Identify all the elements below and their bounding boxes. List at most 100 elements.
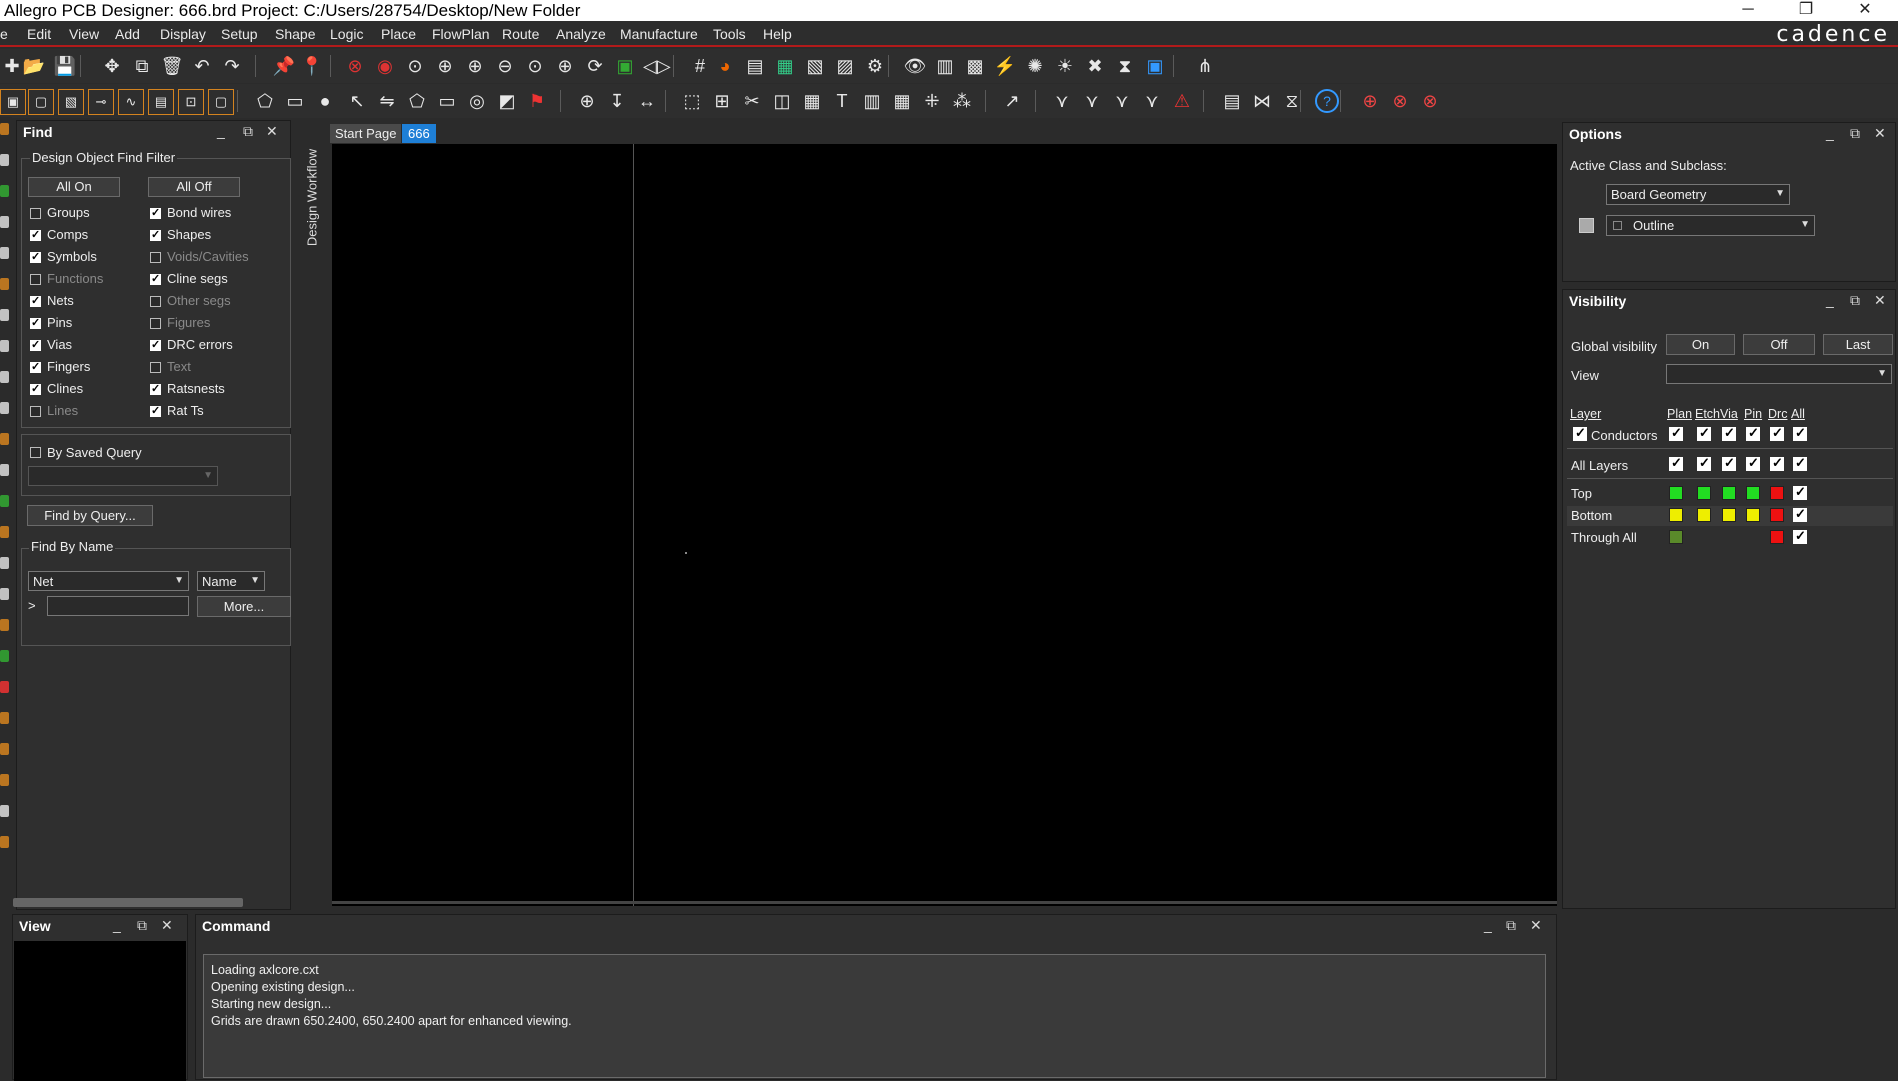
left-tool-icon[interactable]	[0, 743, 9, 755]
subclass-color-swatch[interactable]	[1579, 218, 1594, 233]
filter-checkbox[interactable]	[150, 318, 161, 329]
zoom-in-icon[interactable]: ⊕	[463, 54, 487, 78]
props-icon[interactable]: ▥	[933, 54, 957, 78]
pcb-icon[interactable]: ▣	[1143, 54, 1167, 78]
left-tool-icon[interactable]	[0, 185, 9, 197]
layers-icon[interactable]: ▦	[773, 54, 797, 78]
panel-minimize-icon[interactable]: _	[1826, 125, 1834, 141]
conductors-row-checkbox[interactable]	[1573, 425, 1587, 441]
zoom-center-icon[interactable]: ⊕	[553, 54, 577, 78]
redo-icon[interactable]: ↷	[220, 54, 244, 78]
left-tool-icon[interactable]	[0, 619, 9, 631]
filter-checkbox[interactable]	[30, 360, 41, 373]
layer-color-swatch[interactable]	[1669, 508, 1683, 522]
visibility-last-button[interactable]: Last	[1823, 334, 1893, 355]
add-net-icon[interactable]: ⊕	[1358, 89, 1382, 113]
pick-icon[interactable]: ▧	[58, 89, 84, 115]
comp-icon[interactable]: ▢	[28, 89, 54, 115]
conductors-checkbox[interactable]	[1793, 425, 1807, 441]
drc-icon[interactable]: ⊗	[343, 54, 367, 78]
vis-column-header[interactable]: Etch	[1695, 407, 1720, 421]
class-dropdown[interactable]: Board Geometry ▼	[1606, 184, 1790, 205]
chip-icon[interactable]: ▦	[890, 89, 914, 113]
filter-checkbox[interactable]	[150, 382, 161, 395]
vis-column-header[interactable]: Via	[1720, 407, 1738, 421]
conductors-checkbox[interactable]	[1722, 425, 1736, 441]
zoom-fit-icon[interactable]: ⊙	[403, 54, 427, 78]
line-icon[interactable]: ⊸	[88, 89, 114, 115]
layer-color-swatch[interactable]	[1669, 530, 1683, 544]
tab-666[interactable]: 666	[402, 124, 436, 143]
panel-close-icon[interactable]: ✕	[161, 917, 173, 934]
all-off-button[interactable]: All Off	[148, 177, 240, 197]
net3-icon[interactable]: ⊗	[1418, 89, 1442, 113]
cross-icon[interactable]: ✖	[1083, 54, 1107, 78]
search-icon[interactable]: ⊕	[575, 89, 599, 113]
filter-checkbox[interactable]	[30, 294, 41, 307]
menu-add[interactable]: Add	[115, 26, 140, 42]
layer-color-swatch[interactable]	[1770, 508, 1784, 522]
menu-setup[interactable]: Setup	[221, 26, 258, 42]
panel-minimize-icon[interactable]: _	[1484, 917, 1492, 933]
panel-float-icon[interactable]: ⧉	[1850, 125, 1860, 142]
menu-view[interactable]: View	[69, 26, 99, 42]
panel-close-icon[interactable]: ✕	[1874, 292, 1886, 309]
zoom-points-icon[interactable]: ⊕	[433, 54, 457, 78]
layer-color-swatch[interactable]	[1722, 486, 1736, 500]
panel-float-icon[interactable]: ⧉	[137, 917, 147, 934]
menu-route[interactable]: Route	[502, 26, 539, 42]
more-button[interactable]: More...	[197, 596, 291, 617]
view-dropdown[interactable]: ▼	[1666, 364, 1892, 384]
left-tool-icon[interactable]	[0, 247, 9, 259]
light-icon[interactable]: ✺	[1023, 54, 1047, 78]
menu-file[interactable]: e	[0, 26, 8, 42]
command-output[interactable]: Loading axlcore.cxt Opening existing des…	[203, 954, 1546, 1078]
all-layers-checkbox[interactable]	[1697, 455, 1711, 471]
connect-icon[interactable]: ↗	[1000, 89, 1024, 113]
measure-icon[interactable]: ↔	[635, 89, 659, 113]
menu-place[interactable]: Place	[381, 26, 416, 42]
bowtie-icon[interactable]: ⋈	[1250, 89, 1274, 113]
canvas-scrollbar[interactable]	[332, 901, 1557, 904]
route-icon[interactable]: ⚡	[993, 54, 1017, 78]
filter-checkbox[interactable]	[30, 338, 41, 351]
left-tool-icon[interactable]	[0, 340, 9, 352]
find-by-query-button[interactable]: Find by Query...	[27, 505, 153, 526]
left-tool-icon[interactable]	[0, 526, 9, 538]
panel-minimize-icon[interactable]: _	[217, 123, 225, 139]
menu-edit[interactable]: Edit	[27, 26, 51, 42]
grid-icon[interactable]: #	[688, 54, 712, 78]
saved-query-dropdown[interactable]: ▼	[28, 466, 218, 486]
package-icon[interactable]: ▩	[963, 54, 987, 78]
delete-icon[interactable]: 🗑	[160, 54, 184, 78]
close-button[interactable]: ✕	[1842, 0, 1888, 21]
left-tool-icon[interactable]	[0, 402, 9, 414]
layer-color-swatch[interactable]	[1746, 486, 1760, 500]
new-icon[interactable]: ✚	[0, 54, 24, 78]
left-tool-icon[interactable]	[0, 278, 9, 290]
filter-checkbox[interactable]	[150, 362, 161, 373]
filter-checkbox[interactable]	[150, 228, 161, 241]
all-layers-checkbox[interactable]	[1770, 455, 1784, 471]
vis-column-header[interactable]: Drc	[1768, 407, 1787, 421]
square-icon[interactable]: ▭	[435, 89, 459, 113]
panel-float-icon[interactable]: ⧉	[1506, 917, 1516, 934]
edit-icon[interactable]: ⇋	[375, 89, 399, 113]
subclass-dropdown[interactable]: Outline ▼	[1606, 215, 1815, 236]
frame-icon[interactable]: ▢	[208, 89, 234, 115]
panel-close-icon[interactable]: ✕	[1874, 125, 1886, 142]
filter-checkbox[interactable]	[30, 382, 41, 395]
filter-checkbox[interactable]	[150, 296, 161, 307]
share-icon[interactable]: ⋔	[1193, 54, 1217, 78]
left-tool-icon[interactable]	[0, 154, 9, 166]
copy-icon[interactable]: ⧉	[130, 54, 154, 78]
left-tool-icon[interactable]	[0, 371, 9, 383]
ring-icon[interactable]: ◎	[465, 89, 489, 113]
left-tool-icon[interactable]	[0, 495, 9, 507]
group-icon[interactable]: ⊞	[710, 89, 734, 113]
filter-checkbox[interactable]	[150, 338, 161, 351]
conductors-checkbox[interactable]	[1770, 425, 1784, 441]
sw1-icon[interactable]: ⋎	[1050, 89, 1074, 113]
filter-checkbox[interactable]	[30, 406, 41, 417]
report-icon[interactable]: ▧	[803, 54, 827, 78]
